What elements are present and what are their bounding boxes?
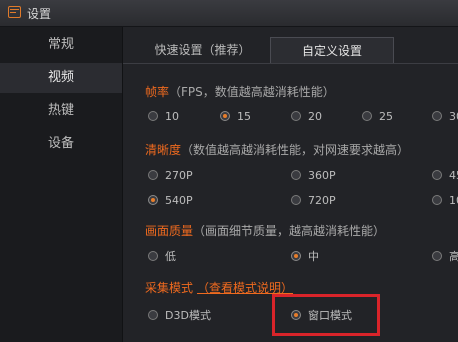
quality-title: 画面质量: [145, 224, 194, 238]
radio-icon: [148, 170, 158, 180]
sidebar-item-general[interactable]: 常规: [0, 30, 122, 60]
capture-section-label: 采集模式 （查看模式说明）: [145, 279, 293, 296]
sidebar-item-hotkey[interactable]: 热键: [0, 96, 122, 126]
radio-icon: [148, 111, 158, 121]
quality-description: （画面细节质量，越高越消耗性能）: [193, 224, 386, 238]
tab-custom-settings[interactable]: 自定义设置: [270, 37, 394, 63]
tab-quick-settings[interactable]: 快速设置（推荐）: [145, 37, 260, 63]
clarity-section-label: 清晰度（数值越高越消耗性能，对网速要求越高）: [145, 141, 409, 158]
window-title: 设置: [27, 7, 52, 21]
radio-selected-icon: [148, 195, 158, 205]
radio-icon: [291, 111, 301, 121]
fps-section-label: 帧率（FPS，数值越高越消耗性能）: [145, 83, 335, 100]
quality-section-label: 画面质量（画面细节质量，越高越消耗性能）: [145, 222, 385, 239]
fps-description: （FPS，数值越高越消耗性能）: [169, 85, 335, 99]
radio-icon: [432, 170, 442, 180]
radio-icon: [432, 195, 442, 205]
radio-icon: [432, 251, 442, 261]
radio-icon: [362, 111, 372, 121]
title-bar[interactable]: 设置: [0, 0, 458, 27]
fps-title: 帧率: [145, 85, 170, 99]
clarity-title: 清晰度: [145, 143, 182, 157]
radio-icon: [291, 195, 301, 205]
capture-title: 采集模式: [145, 281, 194, 295]
settings-icon: [8, 6, 21, 18]
radio-icon: [291, 170, 301, 180]
radio-icon: [432, 111, 442, 121]
radio-selected-icon: [220, 111, 230, 121]
sidebar: 常规 视频 热键 设备: [0, 27, 123, 342]
radio-icon: [148, 310, 158, 320]
settings-window: 设置 常规 视频 热键 设备 快速设置（推荐） 自定义设置 帧率（FPS，数值越…: [0, 0, 458, 342]
tab-bar: 快速设置（推荐） 自定义设置: [123, 27, 458, 64]
sidebar-item-device[interactable]: 设备: [0, 129, 122, 159]
clarity-description: （数值越高越消耗性能，对网速要求越高）: [181, 143, 410, 157]
annotation-highlight-box: [272, 294, 380, 336]
radio-selected-icon: [291, 251, 301, 261]
capture-mode-help-link[interactable]: （查看模式说明）: [197, 281, 293, 295]
radio-icon: [148, 251, 158, 261]
sidebar-item-video[interactable]: 视频: [0, 63, 122, 93]
